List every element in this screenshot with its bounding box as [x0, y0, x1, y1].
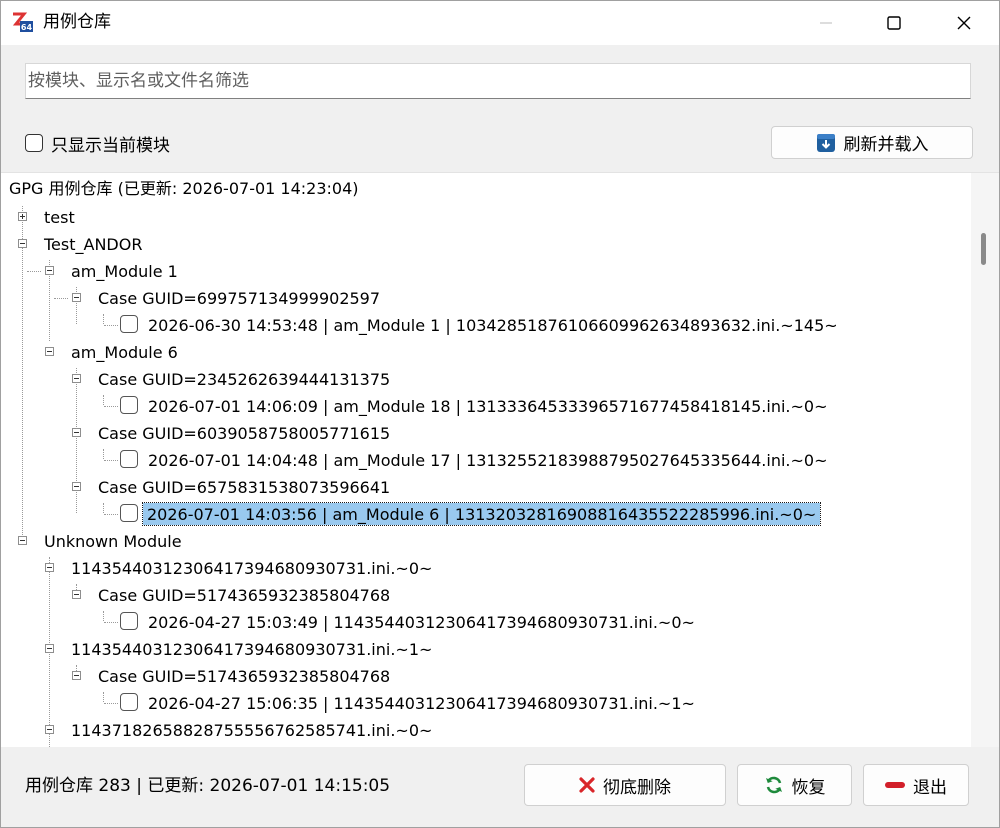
collapse-toggle[interactable] — [45, 347, 54, 356]
collapse-toggle[interactable] — [18, 536, 27, 545]
status-text: 用例仓库 283 | 已更新: 2026-07-01 14:15:05 — [25, 776, 391, 796]
tree-node-case[interactable]: Case GUID=5174365932385804768 — [98, 665, 390, 687]
tree-node-submodule[interactable]: am_Module 6 — [71, 341, 178, 363]
tree-connector — [103, 449, 104, 459]
minimize-icon — [820, 22, 832, 24]
tree-node-case-entry[interactable]: 2026-04-27 15:03:49 | 114354403123064173… — [148, 611, 695, 633]
case-checkbox[interactable] — [120, 612, 138, 630]
tree-connector — [54, 298, 68, 299]
tree-connector — [76, 368, 77, 513]
tree-connector — [104, 703, 118, 704]
tree-node-module[interactable]: Unknown Module — [44, 530, 182, 552]
title-bar[interactable]: 64 用例仓库 — [1, 1, 999, 45]
collapse-toggle[interactable] — [45, 644, 54, 653]
tree-connector — [104, 406, 118, 407]
collapse-toggle[interactable] — [72, 671, 81, 680]
tree-node-submodule[interactable]: 114354403123064173946809​30731.ini.~1~ — [71, 638, 432, 660]
tree-connector — [22, 206, 23, 541]
case-checkbox[interactable] — [120, 315, 138, 333]
minimize-button[interactable] — [791, 1, 861, 45]
collapse-toggle[interactable] — [72, 428, 81, 437]
window-title: 用例仓库 — [43, 12, 111, 32]
tree-node-case[interactable]: Case GUID=2345262639444131375 — [98, 368, 390, 390]
tree-node-case-entry-selected[interactable]: 2026-07-01 14:03:56 | am_Module 6 | 1313… — [141, 502, 822, 526]
app-logo-text: 64 — [21, 23, 33, 32]
tree-node-submodule[interactable]: 114354403123064173946809​30731.ini.~0~ — [71, 557, 432, 579]
tree-connector — [103, 611, 104, 621]
collapse-toggle[interactable] — [18, 239, 27, 248]
only-current-module-label: 只显示当前模块 — [51, 135, 170, 156]
close-icon — [957, 16, 971, 30]
tree-node-module[interactable]: test — [44, 206, 75, 228]
tree-node-case-entry[interactable]: 2026-07-01 14:06:09 | am_Module 18 | 131… — [148, 395, 827, 417]
filter-input[interactable] — [25, 63, 971, 99]
app-logo-icon: 64 — [12, 12, 33, 32]
only-current-module-checkbox[interactable] — [25, 134, 43, 152]
collapse-toggle[interactable] — [72, 293, 81, 302]
tree-connector — [103, 503, 104, 513]
scrollbar-thumb[interactable] — [981, 233, 986, 265]
restore-button[interactable]: 恢复 — [737, 764, 852, 806]
tree-connector — [104, 514, 118, 515]
refresh-load-icon — [816, 133, 836, 153]
case-tree[interactable]: GPG 用例仓库 (已更新: 2026-07-01 14:23:04) test… — [1, 172, 971, 747]
tree-root-label: GPG 用例仓库 (已更新: 2026-07-01 14:23:04) — [9, 179, 359, 198]
tree-node-submodule[interactable]: 114371826588287555567625​85741.ini.~0~ — [71, 719, 432, 741]
only-current-module-option[interactable]: 只显示当前模块 — [25, 131, 170, 156]
exit-label: 退出 — [913, 777, 947, 798]
case-checkbox[interactable] — [120, 396, 138, 414]
refresh-load-button[interactable]: 刷新并载入 — [771, 126, 973, 159]
tree-node-case-entry[interactable]: 2026-06-30 14:53:48 | am_Module 1 | 1034… — [148, 314, 838, 336]
collapse-toggle[interactable] — [45, 266, 54, 275]
collapse-toggle[interactable] — [72, 590, 81, 599]
exit-button[interactable]: 退出 — [863, 764, 969, 806]
tree-node-case[interactable]: Case GUID=6575831538073596641 — [98, 476, 390, 498]
close-button[interactable] — [929, 1, 999, 45]
collapse-toggle[interactable] — [72, 374, 81, 383]
tree-connector — [104, 622, 118, 623]
tree-node-case-entry[interactable]: 2026-07-01 14:04:48 | am_Module 17 | 131… — [148, 449, 827, 471]
permanent-delete-button[interactable]: 彻底删除 — [524, 764, 726, 806]
maximize-icon — [887, 16, 901, 30]
tree-node-case-entry[interactable]: 2026-04-27 15:06:35 | 114354403123064173… — [148, 692, 695, 714]
tree-connector — [104, 460, 118, 461]
refresh-load-label: 刷新并载入 — [843, 135, 929, 155]
case-checkbox[interactable] — [120, 504, 138, 522]
tree-connector — [103, 395, 104, 405]
expand-toggle[interactable] — [18, 212, 27, 221]
maximize-button[interactable] — [859, 1, 929, 45]
restore-icon — [764, 775, 784, 795]
tree-connector — [104, 325, 118, 326]
tree-node-submodule[interactable]: am_Module 1 — [71, 260, 178, 282]
collapse-toggle[interactable] — [45, 563, 54, 572]
tree-node-case[interactable]: Case GUID=699757134999902597 — [98, 287, 380, 309]
delete-x-icon — [579, 777, 595, 793]
repository-window: 64 用例仓库 只显示当前模块 刷新并载入 GPG 用例仓库 (已更新: 20 — [0, 0, 1000, 828]
tree-connector — [27, 271, 41, 272]
collapse-toggle[interactable] — [72, 482, 81, 491]
exit-minus-icon — [885, 780, 905, 790]
tree-connector — [103, 692, 104, 702]
tree-connector — [103, 314, 104, 324]
collapse-toggle[interactable] — [45, 725, 54, 734]
tree-node-case[interactable]: Case GUID=5174365932385804768 — [98, 584, 390, 606]
permanent-delete-label: 彻底删除 — [603, 777, 671, 798]
case-checkbox[interactable] — [120, 693, 138, 711]
tree-scrollbar[interactable] — [971, 172, 999, 747]
tree-node-case[interactable]: Case GUID=6039058758005771615 — [98, 422, 390, 444]
case-checkbox[interactable] — [120, 450, 138, 468]
restore-label: 恢复 — [791, 777, 826, 798]
tree-node-module[interactable]: Test_ANDOR — [44, 233, 142, 255]
